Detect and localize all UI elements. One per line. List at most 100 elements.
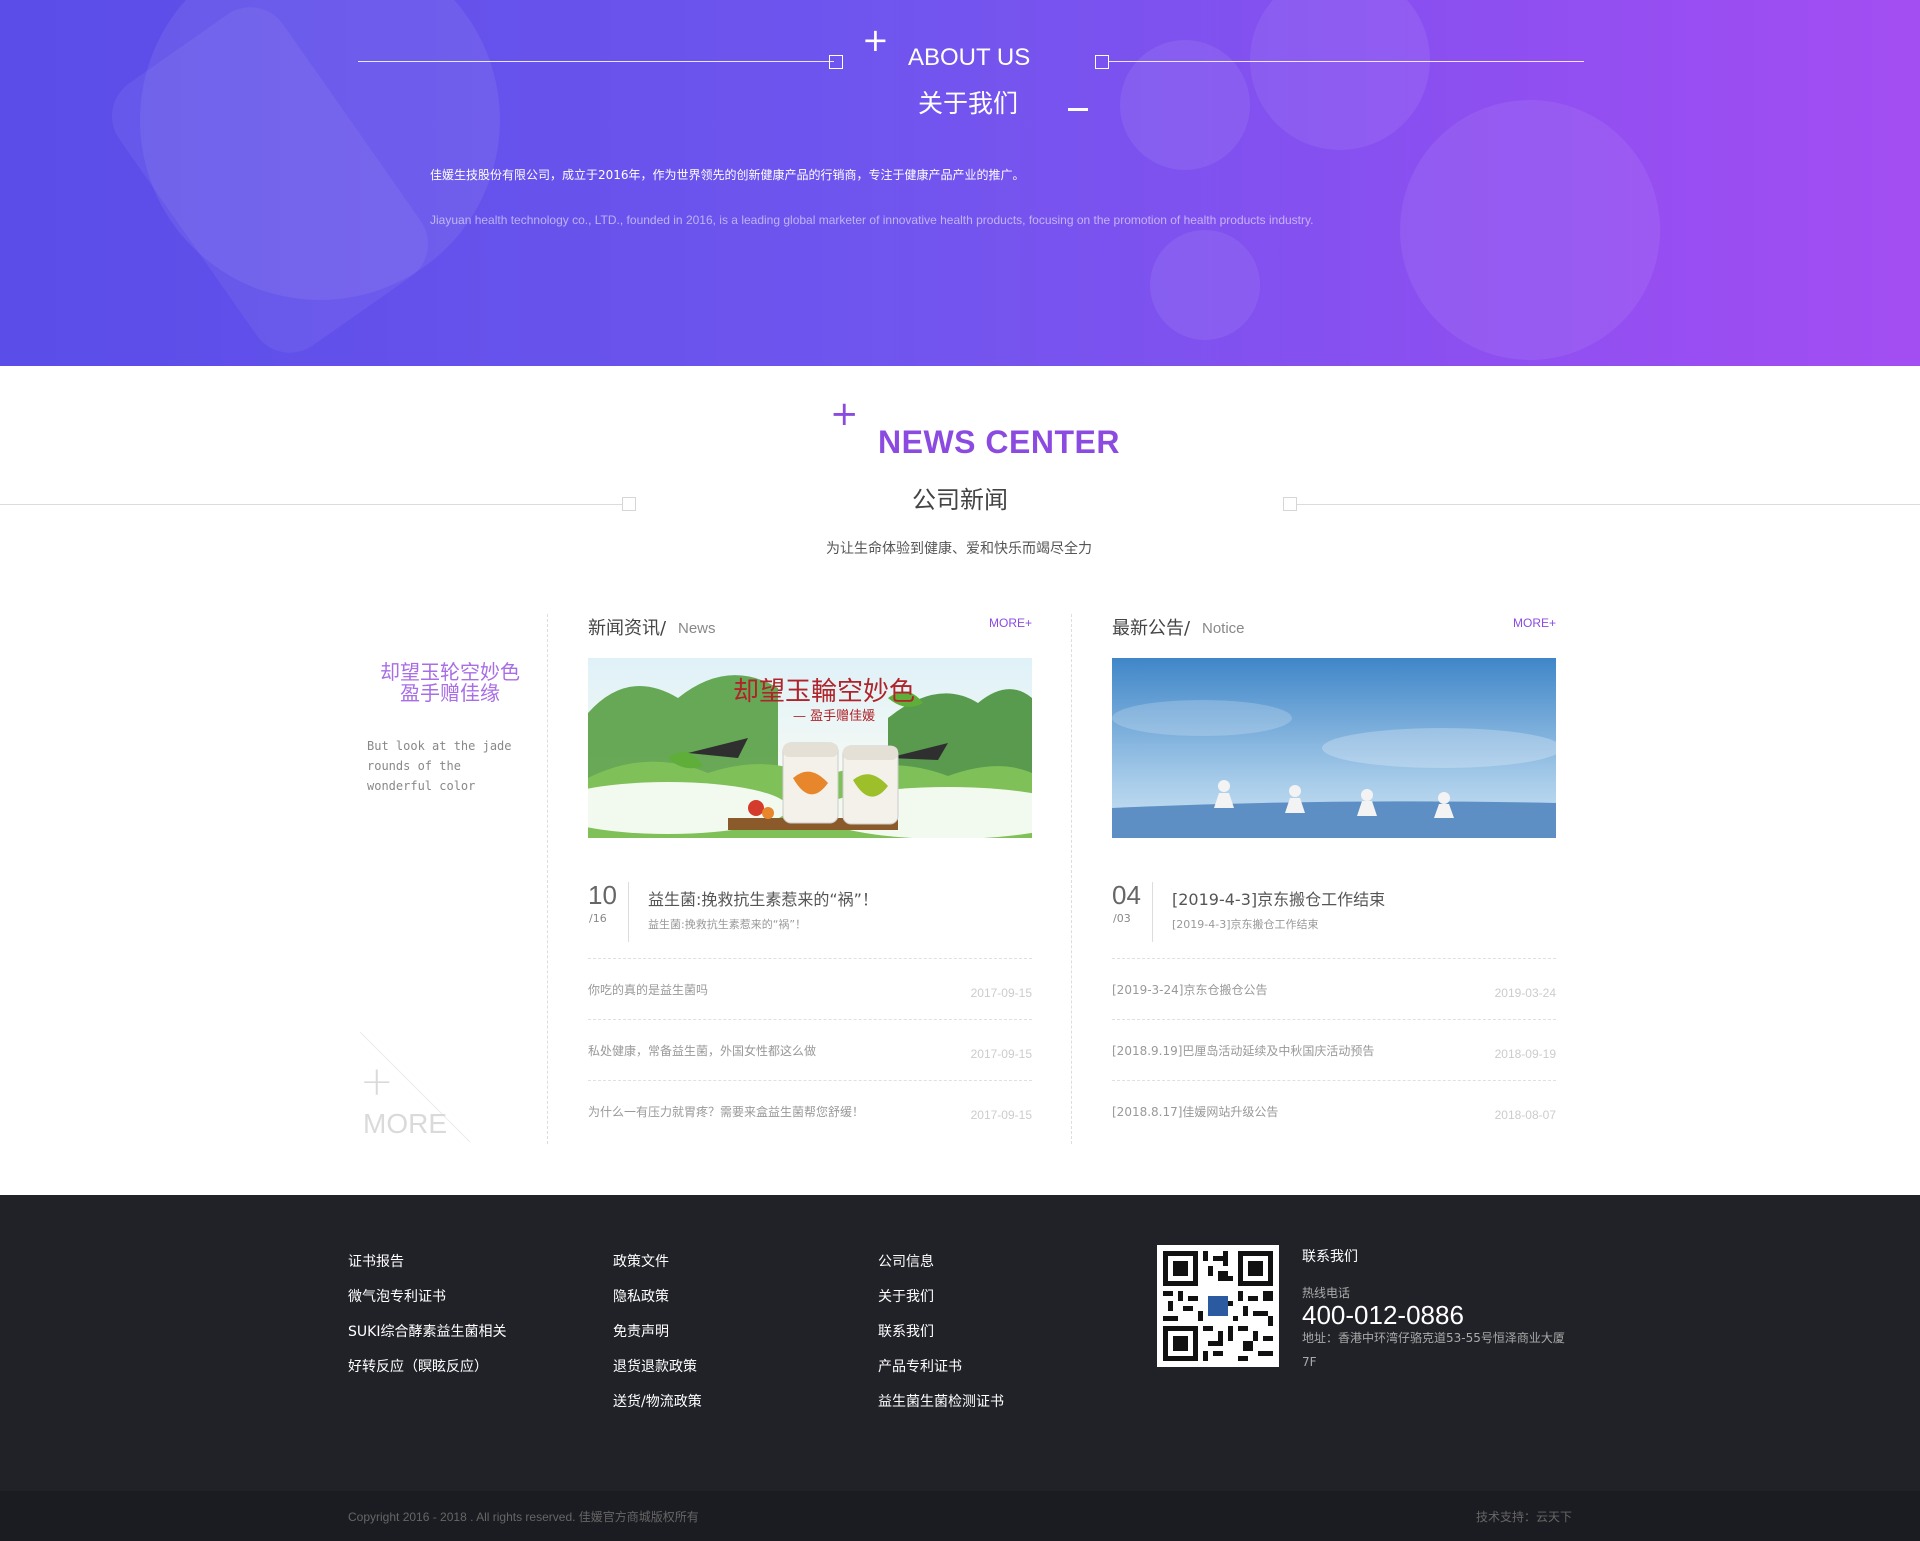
decor-circle <box>1120 40 1250 170</box>
news-featured-desc: 益生菌:挽救抗生素惹来的“祸”！ <box>648 918 807 931</box>
news-heading-cn: 新闻资讯/ <box>588 618 667 639</box>
footer-link[interactable]: SUKI综合酵素益生菌相关 <box>348 1315 506 1350</box>
decor-circle <box>1250 0 1430 150</box>
notice-heading: 最新公告/ Notice MORE+ <box>1112 614 1556 644</box>
decor-circle <box>1400 100 1660 360</box>
notice-featured-item[interactable]: 04 /03 [2019-4-3]京东搬仓工作结束 [2019-4-3]京东搬仓… <box>1112 868 1556 948</box>
footer-column-certificates: 证书报告 微气泡专利证书 SUKI综合酵素益生菌相关 好转反应（瞑眩反应） <box>348 1245 506 1385</box>
notice-banner-image[interactable] <box>1112 658 1556 838</box>
list-item[interactable]: [2018.8.17]佳媛网站升级公告 2018-08-07 <box>1112 1080 1556 1141</box>
notice-featured-title: [2019-4-3]京东搬仓工作结束 <box>1172 890 1386 909</box>
about-divider-right <box>1109 61 1584 62</box>
list-item[interactable]: [2019-3-24]京东仓搬仓公告 2019-03-24 <box>1112 958 1556 1019</box>
news-slogan: 为让生命体验到健康、爱和快乐而竭尽全力 <box>826 541 1092 557</box>
list-item-title: [2019-3-24]京东仓搬仓公告 <box>1112 983 1268 997</box>
list-item-title: 你吃的真的是益生菌吗 <box>588 983 709 997</box>
notice-featured-month: /03 <box>1113 912 1131 925</box>
list-item[interactable]: 为什么一有压力就胃疼？需要来盒益生菌帮您舒缓！ 2017-09-15 <box>588 1080 1032 1141</box>
footer-column-policies: 政策文件 隐私政策 免责声明 退货退款政策 送货/物流政策 <box>613 1245 702 1420</box>
list-item-title: [2018.9.19]巴厘岛活动延续及中秋国庆活动预告 <box>1112 1044 1375 1058</box>
notice-heading-cn: 最新公告/ <box>1112 618 1191 639</box>
list-item-date: 2019-03-24 <box>1494 986 1556 1000</box>
news-square-right <box>1283 497 1297 511</box>
about-subtitle: 关于我们 <box>918 89 1019 118</box>
footer-link[interactable]: 政策文件 <box>613 1245 702 1280</box>
minus-icon <box>1068 108 1088 111</box>
footer-link[interactable]: 关于我们 <box>878 1280 1004 1315</box>
list-item-date: 2017-09-15 <box>970 1108 1032 1122</box>
address: 地址：香港中环湾仔骆克道53-55号恒泽商业大厦7F <box>1302 1331 1565 1369</box>
news-featured-item[interactable]: 10 /16 益生菌:挽救抗生素惹来的“祸”！ 益生菌:挽救抗生素惹来的“祸”！ <box>588 868 1032 948</box>
about-title: ABOUT US <box>908 44 1031 71</box>
promo-english-text: But look at the jade rounds of the wonde… <box>367 736 517 796</box>
news-list: 你吃的真的是益生菌吗 2017-09-15 私处健康，常备益生菌，外国女性都这么… <box>588 958 1032 1141</box>
about-section: + ABOUT US 关于我们 佳媛生技股份有限公司，成立于2016年，作为世界… <box>0 0 1920 366</box>
about-divider-left <box>358 61 834 62</box>
promo-en-line1: But look at the jade <box>367 739 512 753</box>
qr-code <box>1157 1245 1279 1367</box>
copyright-bar <box>0 1491 1920 1541</box>
news-banner-graphic: 却望玉輪空妙色 — 盈手赠佳媛 <box>588 658 1032 838</box>
banner-brush-text: 却望玉輪空妙色 <box>733 677 915 707</box>
page: + ABOUT US 关于我们 佳媛生技股份有限公司，成立于2016年，作为世界… <box>0 0 1920 1541</box>
notice-more-link[interactable]: MORE+ <box>1513 616 1556 630</box>
news-more-link[interactable]: MORE+ <box>989 616 1032 630</box>
news-column: 新闻资讯/ News MORE+ 却望玉輪空妙色 — 盈手赠佳媛 10 /16 … <box>588 614 1032 1122</box>
news-divider-right <box>1297 504 1920 505</box>
about-square-right <box>1095 55 1109 69</box>
list-item-title: [2018.8.17]佳媛网站升级公告 <box>1112 1105 1279 1119</box>
decor-circle <box>1150 230 1260 340</box>
promo-en-line3: wonderful color <box>367 779 476 793</box>
footer-link[interactable]: 微气泡专利证书 <box>348 1280 506 1315</box>
footer-link[interactable]: 益生菌生菌检测证书 <box>878 1385 1004 1420</box>
contact-title: 联系我们 <box>1302 1249 1358 1265</box>
about-square-left <box>829 55 843 69</box>
list-item[interactable]: 你吃的真的是益生菌吗 2017-09-15 <box>588 958 1032 1019</box>
about-description-cn: 佳媛生技股份有限公司，成立于2016年，作为世界领先的创新健康产品的行销商，专注… <box>430 168 1025 182</box>
footer-link[interactable]: 证书报告 <box>348 1245 506 1280</box>
promo-en-line2: rounds of the <box>367 759 461 773</box>
news-square-left <box>622 497 636 511</box>
more-link[interactable]: + MORE <box>360 1032 470 1142</box>
banner-brush-subtext: — 盈手赠佳媛 <box>793 709 875 724</box>
plus-icon: + <box>830 394 859 434</box>
plus-icon: + <box>862 21 889 59</box>
list-item-title: 为什么一有压力就胃疼？需要来盒益生菌帮您舒缓！ <box>588 1105 865 1119</box>
notice-list: [2019-3-24]京东仓搬仓公告 2019-03-24 [2018.9.19… <box>1112 958 1556 1141</box>
list-item-date: 2018-09-19 <box>1494 1047 1556 1061</box>
list-item-title: 私处健康，常备益生菌，外国女性都这么做 <box>588 1044 817 1058</box>
list-item-date: 2017-09-15 <box>970 986 1032 1000</box>
list-item-date: 2018-08-07 <box>1494 1108 1556 1122</box>
list-item[interactable]: [2018.9.19]巴厘岛活动延续及中秋国庆活动预告 2018-09-19 <box>1112 1019 1556 1080</box>
footer-link[interactable]: 公司信息 <box>878 1245 1004 1280</box>
hotline-label: 热线电话 <box>1302 1286 1351 1300</box>
news-heading: 新闻资讯/ News MORE+ <box>588 614 1032 644</box>
footer-link[interactable]: 送货/物流政策 <box>613 1385 702 1420</box>
promo-title-line1: 却望玉轮空妙色 <box>380 660 520 684</box>
news-featured-title: 益生菌:挽救抗生素惹来的“祸”！ <box>648 890 878 909</box>
date-separator <box>1152 882 1153 942</box>
notice-featured-desc: [2019-4-3]京东搬仓工作结束 <box>1172 918 1319 931</box>
footer-link[interactable]: 免责声明 <box>613 1315 702 1350</box>
footer-link[interactable]: 好转反应（瞑眩反应） <box>348 1350 506 1385</box>
footer-link[interactable]: 隐私政策 <box>613 1280 702 1315</box>
list-item-date: 2017-09-15 <box>970 1047 1032 1061</box>
notice-banner-graphic <box>1112 658 1556 838</box>
news-banner-image[interactable]: 却望玉輪空妙色 — 盈手赠佳媛 <box>588 658 1032 838</box>
news-divider-left <box>0 504 622 505</box>
news-center-title: NEWS CENTER <box>878 424 1120 460</box>
more-label: MORE <box>363 1108 447 1139</box>
footer-link[interactable]: 退货退款政策 <box>613 1350 702 1385</box>
tech-support-text[interactable]: 技术支持：云天下 <box>1476 1508 1572 1525</box>
news-featured-month: /16 <box>589 912 607 925</box>
column-divider <box>1071 614 1072 1144</box>
news-featured-day: 10 <box>588 880 617 910</box>
qr-code-icon <box>1163 1251 1273 1361</box>
footer-link[interactable]: 联系我们 <box>878 1315 1004 1350</box>
notice-heading-en: Notice <box>1202 620 1245 637</box>
footer-column-company: 公司信息 关于我们 联系我们 产品专利证书 益生菌生菌检测证书 <box>878 1245 1004 1420</box>
list-item[interactable]: 私处健康，常备益生菌，外国女性都这么做 2017-09-15 <box>588 1019 1032 1080</box>
plus-icon: + <box>360 1059 394 1105</box>
news-center-subtitle: 公司新闻 <box>912 486 1008 514</box>
footer-link[interactable]: 产品专利证书 <box>878 1350 1004 1385</box>
